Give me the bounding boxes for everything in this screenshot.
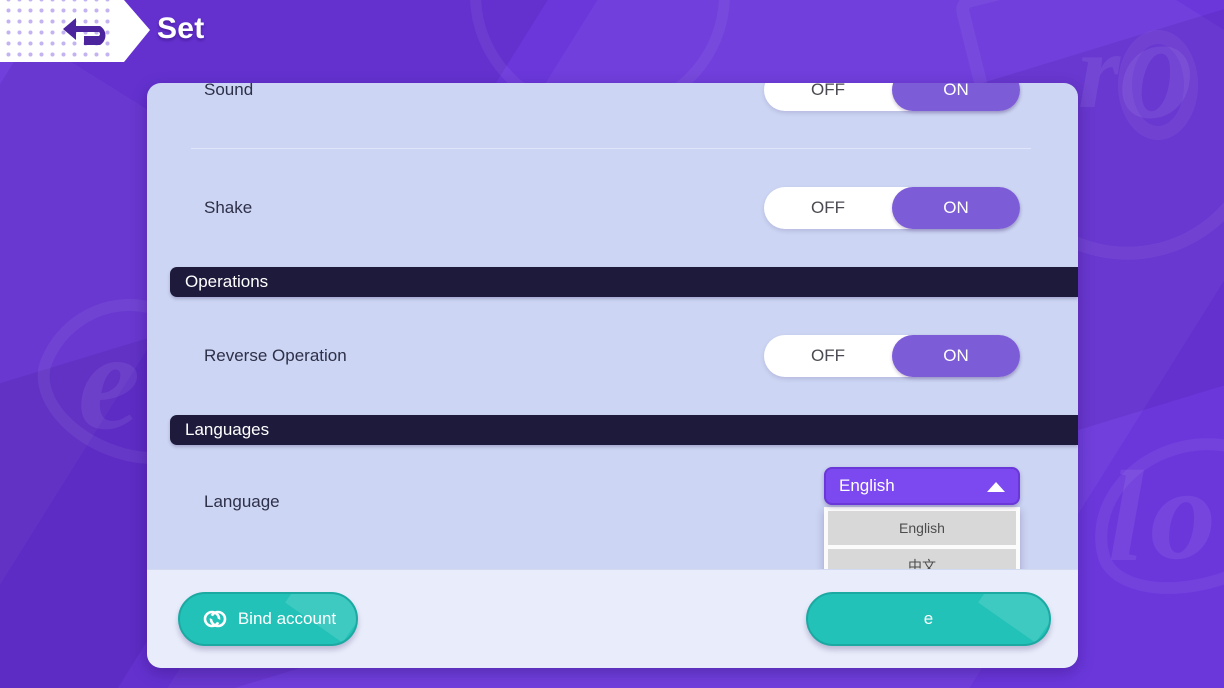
watermark-letter: e bbox=[78, 304, 141, 459]
secondary-action-label: e bbox=[923, 609, 934, 628]
setting-label: Shake bbox=[204, 198, 253, 217]
back-arrow-icon bbox=[63, 18, 106, 45]
toggle-on-label: ON bbox=[892, 83, 1020, 111]
setting-label: Reverse Operation bbox=[204, 346, 347, 365]
toggle-on-label: ON bbox=[892, 335, 1020, 377]
reverse-operation-toggle[interactable]: OFF ON bbox=[764, 335, 1020, 377]
page-title: Set bbox=[157, 12, 205, 45]
toggle-off-label: OFF bbox=[811, 83, 845, 99]
watermark-letter: o bbox=[1150, 440, 1216, 587]
language-selected-value: English bbox=[839, 476, 895, 495]
watermark-letter: o bbox=[1120, 0, 1195, 150]
bind-account-button[interactable]: Bind account bbox=[178, 592, 358, 646]
shake-toggle[interactable]: OFF ON bbox=[764, 187, 1020, 229]
language-options-list[interactable]: English 中文 Việt nam bbox=[824, 507, 1020, 569]
language-dropdown[interactable]: English English 中文 Việt nam bbox=[824, 467, 1020, 569]
section-header-languages: Languages bbox=[170, 415, 1078, 445]
setting-row-sound[interactable]: Sound OFF ON bbox=[147, 83, 1078, 149]
settings-panel: Sound OFF ON Shake OFF ON Operations Rev… bbox=[147, 83, 1078, 668]
panel-footer: e Bind account bbox=[147, 569, 1078, 668]
language-option-chinese[interactable]: 中文 bbox=[828, 549, 1016, 569]
back-button[interactable] bbox=[0, 0, 150, 62]
setting-label: Sound bbox=[204, 83, 254, 99]
toggle-off-label: OFF bbox=[811, 346, 845, 365]
toggle-on-label: ON bbox=[892, 187, 1020, 229]
triangle-up-icon bbox=[987, 482, 1005, 492]
secondary-action-button[interactable]: e bbox=[806, 592, 1051, 646]
setting-row-reverse-operation[interactable]: Reverse Operation OFF ON bbox=[147, 297, 1078, 415]
settings-scroll-area[interactable]: Sound OFF ON Shake OFF ON Operations Rev… bbox=[147, 83, 1078, 569]
language-dropdown-button[interactable]: English bbox=[824, 467, 1020, 505]
watermark-letter: l bbox=[1108, 445, 1145, 589]
sound-toggle[interactable]: OFF ON bbox=[764, 83, 1020, 111]
section-header-operations: Operations bbox=[170, 267, 1078, 297]
bind-account-label: Bind account bbox=[237, 609, 337, 628]
language-option-english[interactable]: English bbox=[828, 511, 1016, 545]
section-title: Operations bbox=[185, 272, 269, 291]
setting-row-language[interactable]: Language English English 中文 Việt nam bbox=[147, 445, 1078, 569]
watermark-letter: r bbox=[1078, 12, 1121, 131]
section-title: Languages bbox=[185, 420, 270, 439]
toggle-off-label: OFF bbox=[811, 198, 845, 217]
setting-label: Language bbox=[204, 492, 280, 511]
setting-row-shake[interactable]: Shake OFF ON bbox=[147, 149, 1078, 267]
chain-link-icon bbox=[203, 610, 227, 628]
